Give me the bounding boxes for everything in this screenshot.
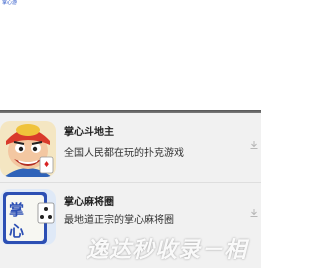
watermark-text: 逸达秒收录－相: [86, 238, 248, 262]
app-description: 最地道正宗的掌心麻将圈: [64, 215, 174, 226]
svg-text:心: 心: [9, 222, 24, 240]
download-icon[interactable]: [250, 141, 258, 149]
app-item-doudizhu[interactable]: ♦ 掌心斗地主 全国人民都在玩的扑克游戏: [0, 113, 261, 179]
app-description: 全国人民都在玩的扑克游戏: [64, 148, 184, 159]
svg-text:♦: ♦: [43, 160, 50, 169]
app-name: 掌心斗地主: [64, 127, 114, 138]
app-name: 掌心麻将圈: [64, 197, 114, 208]
top-link[interactable]: 掌心游: [2, 0, 17, 6]
svg-text:掌: 掌: [9, 201, 24, 219]
doudizhu-character-icon[interactable]: ♦: [0, 121, 56, 177]
download-icon[interactable]: [250, 209, 258, 217]
mahjong-tile-icon[interactable]: 掌 心: [0, 189, 56, 245]
